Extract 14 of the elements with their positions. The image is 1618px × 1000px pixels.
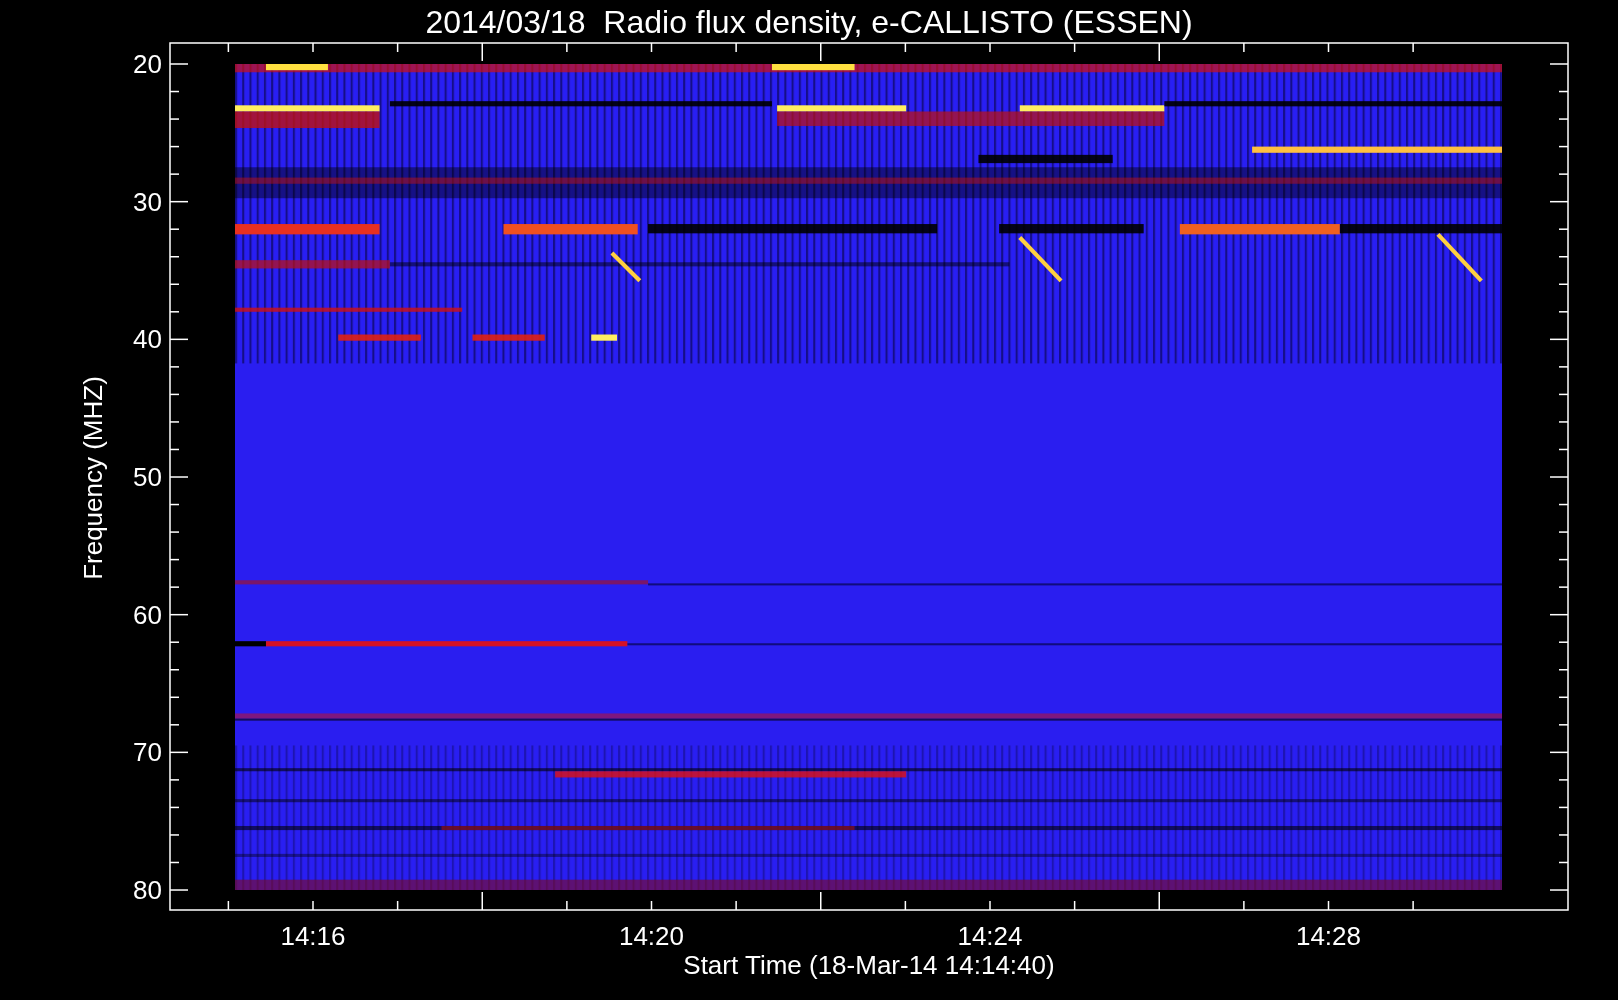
chart-title: 2014/03/18 Radio flux density, e-CALLISTO (ESSEN)	[424, 3, 1194, 42]
y-tick-label: 40	[132, 324, 162, 355]
y-tick-label: 60	[132, 599, 162, 630]
x-tick-label: 14:24	[956, 921, 1024, 951]
y-tick-label: 30	[132, 186, 162, 217]
x-axis-title: Start Time (18-Mar-14 14:14:40)	[682, 950, 1056, 980]
y-axis-title: Frequency (MHZ)	[78, 376, 108, 580]
y-tick-label: 80	[132, 875, 162, 905]
y-tick-label: 50	[132, 462, 162, 492]
x-tick-label: 14:16	[279, 921, 347, 951]
y-tick-label: 70	[132, 737, 162, 768]
x-tick-label: 14:28	[1294, 921, 1363, 951]
x-tick-label: 14:20	[617, 921, 686, 951]
y-tick-label: 20	[132, 49, 162, 79]
